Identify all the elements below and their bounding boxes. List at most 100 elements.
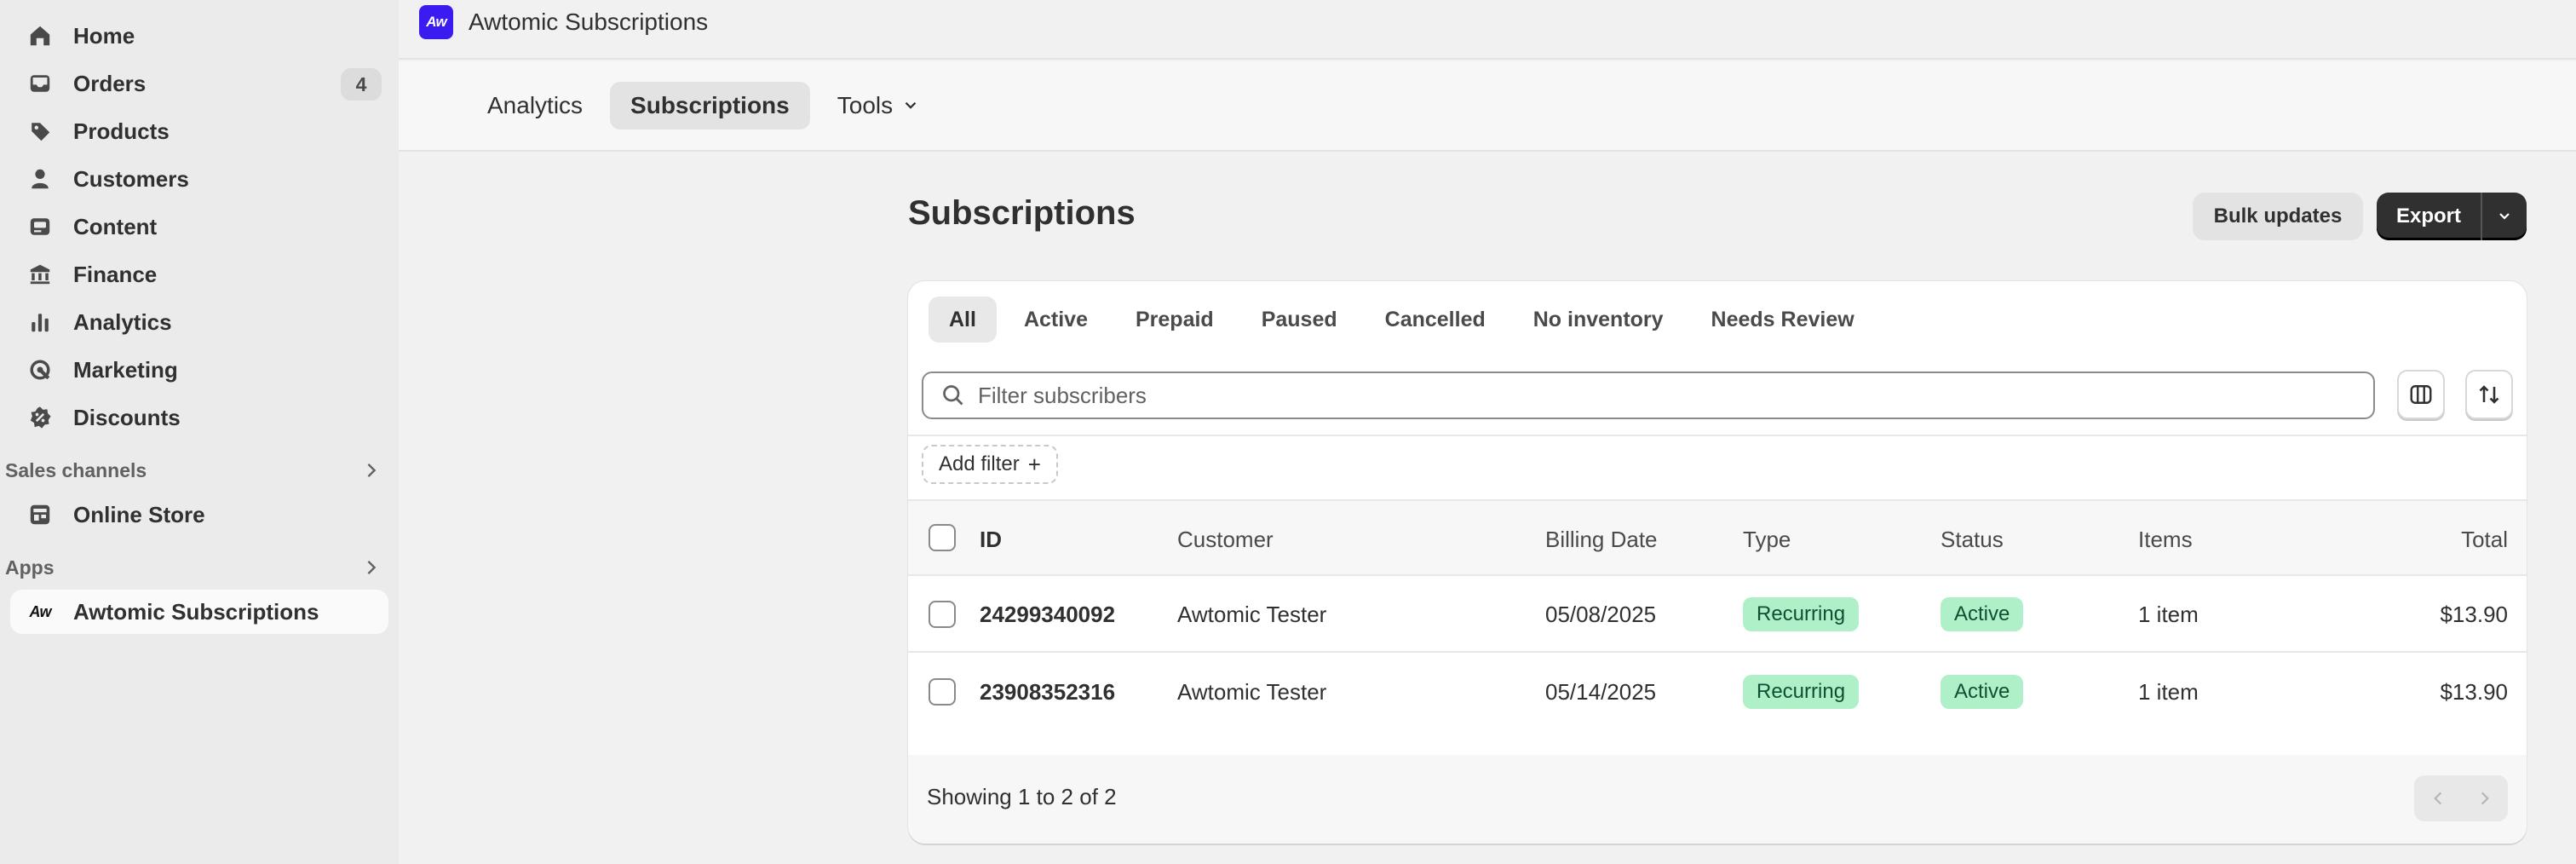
sort-button[interactable] xyxy=(2465,370,2513,419)
app-header: Aw Awtomic Subscriptions xyxy=(399,0,2576,60)
person-icon xyxy=(27,166,53,192)
section-heading-label: Sales channels xyxy=(5,458,147,481)
tag-icon xyxy=(27,118,53,144)
column-header-customer[interactable]: Customer xyxy=(1177,527,1274,553)
row-checkbox[interactable] xyxy=(929,678,956,706)
sidebar-item-customers[interactable]: Customers xyxy=(10,157,388,201)
sidebar-item-marketing[interactable]: Marketing xyxy=(10,348,388,392)
sidebar-item-orders[interactable]: Orders 4 xyxy=(10,61,388,106)
sidebar-item-home[interactable]: Home xyxy=(10,14,388,58)
chevron-right-icon xyxy=(2481,792,2489,805)
tab-subscriptions[interactable]: Subscriptions xyxy=(610,82,810,130)
search-icon xyxy=(943,385,963,406)
awtomic-logo-icon: Aw xyxy=(29,602,52,620)
sidebar-item-label: Online Store xyxy=(73,501,205,527)
filter-tab-active[interactable]: Active xyxy=(1003,297,1108,343)
sidebar-item-discounts[interactable]: Discounts xyxy=(10,395,388,440)
sidebar-item-label: Home xyxy=(73,22,135,49)
target-icon xyxy=(27,357,53,383)
column-header-type[interactable]: Type xyxy=(1743,527,1791,553)
app-logo: Aw xyxy=(419,5,453,39)
table-header: ID Customer Billing Date Type Status Ite… xyxy=(908,499,2527,576)
customer-name: Awtomic Tester xyxy=(1177,679,1327,705)
search-input[interactable] xyxy=(978,382,2341,409)
items-count: 1 item xyxy=(2138,679,2199,705)
sidebar-item-label: Awtomic Subscriptions xyxy=(73,598,319,625)
tab-label: Tools xyxy=(837,92,894,118)
sidebar-item-label: Analytics xyxy=(73,308,172,335)
sidebar-item-label: Content xyxy=(73,213,158,239)
chevron-left-icon xyxy=(2433,792,2441,805)
chevron-down-icon xyxy=(905,101,917,109)
chevron-down-icon xyxy=(2499,213,2510,220)
sidebar-item-awtomic-subscriptions[interactable]: Aw Awtomic Subscriptions xyxy=(10,590,388,634)
divider xyxy=(908,435,2527,436)
subscriptions-card: All Active Prepaid Paused Cancelled No i… xyxy=(908,281,2527,844)
tab-tools[interactable]: Tools xyxy=(817,82,940,130)
filter-tab-prepaid[interactable]: Prepaid xyxy=(1115,297,1234,343)
section-heading-label: Apps xyxy=(5,556,55,579)
filter-tab-all[interactable]: All xyxy=(929,297,997,343)
export-menu-button[interactable] xyxy=(2482,193,2527,240)
plus-icon: + xyxy=(1027,451,1041,477)
next-page-button[interactable] xyxy=(2461,775,2508,821)
sales-channels-heading[interactable]: Sales channels xyxy=(5,452,388,489)
sidebar-item-label: Discounts xyxy=(73,404,181,430)
sidebar-item-finance[interactable]: Finance xyxy=(10,252,388,297)
column-header-id[interactable]: ID xyxy=(980,527,1002,553)
sidebar-item-online-store[interactable]: Online Store xyxy=(10,492,388,537)
sidebar-item-content[interactable]: Content xyxy=(10,204,388,249)
sidebar-item-label: Orders xyxy=(73,70,147,96)
columns-button[interactable] xyxy=(2397,370,2445,419)
app-title: Awtomic Subscriptions xyxy=(469,9,709,35)
search-field xyxy=(922,372,2375,419)
total-amount: $13.90 xyxy=(2440,602,2508,627)
sidebar-item-label: Finance xyxy=(73,261,158,287)
bulk-updates-button[interactable]: Bulk updates xyxy=(2193,193,2363,240)
chevron-right-icon xyxy=(367,560,377,575)
app-tabs: Analytics Subscriptions Tools xyxy=(399,61,2576,152)
select-all-checkbox[interactable] xyxy=(929,524,956,551)
filter-tab-no-inventory[interactable]: No inventory xyxy=(1513,297,1684,343)
sidebar-item-analytics[interactable]: Analytics xyxy=(10,300,388,344)
add-filter-button[interactable]: Add filter + xyxy=(922,445,1058,484)
type-badge: Recurring xyxy=(1743,675,1860,709)
filter-tab-needs-review[interactable]: Needs Review xyxy=(1691,297,1875,343)
pagination xyxy=(2414,775,2508,821)
chevron-right-icon xyxy=(367,463,377,478)
tab-label: Subscriptions xyxy=(630,92,790,118)
columns-icon xyxy=(2410,385,2432,404)
filter-tab-cancelled[interactable]: Cancelled xyxy=(1365,297,1506,343)
store-icon xyxy=(27,502,53,527)
column-header-billing-date[interactable]: Billing Date xyxy=(1545,527,1658,553)
sidebar: Home Orders 4 Products Customers Content… xyxy=(0,0,399,864)
column-header-total[interactable]: Total xyxy=(2461,527,2508,553)
column-header-items[interactable]: Items xyxy=(2138,527,2193,553)
column-header-status[interactable]: Status xyxy=(1941,527,2004,553)
sidebar-item-products[interactable]: Products xyxy=(10,109,388,153)
row-checkbox[interactable] xyxy=(929,601,956,628)
export-button[interactable]: Export xyxy=(2377,193,2482,240)
billing-date: 05/08/2025 xyxy=(1545,602,1657,627)
tab-analytics[interactable]: Analytics xyxy=(467,82,603,130)
subscription-id[interactable]: 24299340092 xyxy=(980,602,1115,628)
inbox-icon xyxy=(27,71,53,96)
table-row[interactable]: 24299340092 Awtomic Tester 05/08/2025 Re… xyxy=(908,576,2527,653)
sort-icon xyxy=(2479,385,2499,404)
pagination-summary: Showing 1 to 2 of 2 xyxy=(927,784,1117,809)
subscription-id[interactable]: 23908352316 xyxy=(980,679,1115,706)
image-icon xyxy=(27,214,53,239)
filter-tab-paused[interactable]: Paused xyxy=(1241,297,1358,343)
home-icon xyxy=(27,23,53,49)
table-footer: Showing 1 to 2 of 2 xyxy=(908,755,2527,844)
sidebar-item-label: Products xyxy=(73,118,170,144)
sidebar-item-label: Marketing xyxy=(73,356,178,383)
billing-date: 05/14/2025 xyxy=(1545,679,1657,705)
bank-icon xyxy=(27,262,53,287)
previous-page-button[interactable] xyxy=(2414,775,2461,821)
discount-icon xyxy=(27,405,53,430)
tab-label: Analytics xyxy=(487,92,584,118)
orders-count-badge: 4 xyxy=(341,68,382,101)
table-row[interactable]: 23908352316 Awtomic Tester 05/14/2025 Re… xyxy=(908,654,2527,730)
apps-heading[interactable]: Apps xyxy=(5,549,388,586)
